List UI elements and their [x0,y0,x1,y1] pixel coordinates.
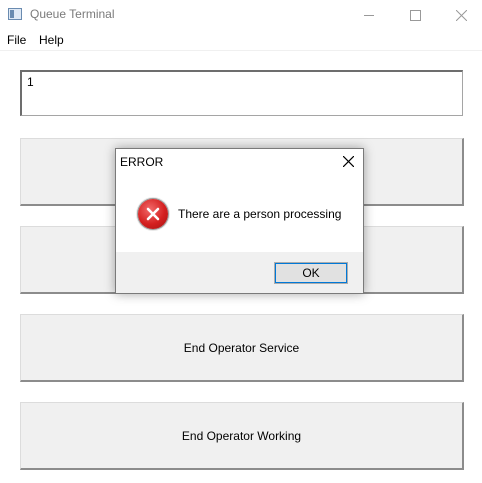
dialog-content: ERROR There are a person processing [116,149,363,252]
queue-number-input[interactable]: 1 [20,70,463,116]
error-dialog: ERROR There are a person processing OK [115,148,364,294]
app-icon [8,8,22,20]
dialog-title: ERROR [120,155,164,169]
title-bar: Queue Terminal [0,0,482,30]
error-icon [138,199,168,229]
menu-file[interactable]: File [7,33,26,47]
dialog-message: There are a person processing [178,207,342,221]
ok-button[interactable]: OK [274,262,348,284]
maximize-button[interactable] [392,0,438,30]
window-title: Queue Terminal [30,7,115,21]
minimize-button[interactable] [346,0,392,30]
dialog-close-button[interactable] [334,150,362,172]
error-cross-glyph [146,207,160,221]
minimize-icon [364,14,374,16]
menu-bar: File Help [0,30,482,51]
close-button[interactable] [438,0,482,30]
end-operator-working-button[interactable]: End Operator Working [20,402,464,470]
menu-help[interactable]: Help [39,33,64,47]
close-icon [342,155,354,167]
maximize-icon [409,9,421,21]
close-icon [455,9,467,21]
end-operator-service-button[interactable]: End Operator Service [20,314,464,382]
